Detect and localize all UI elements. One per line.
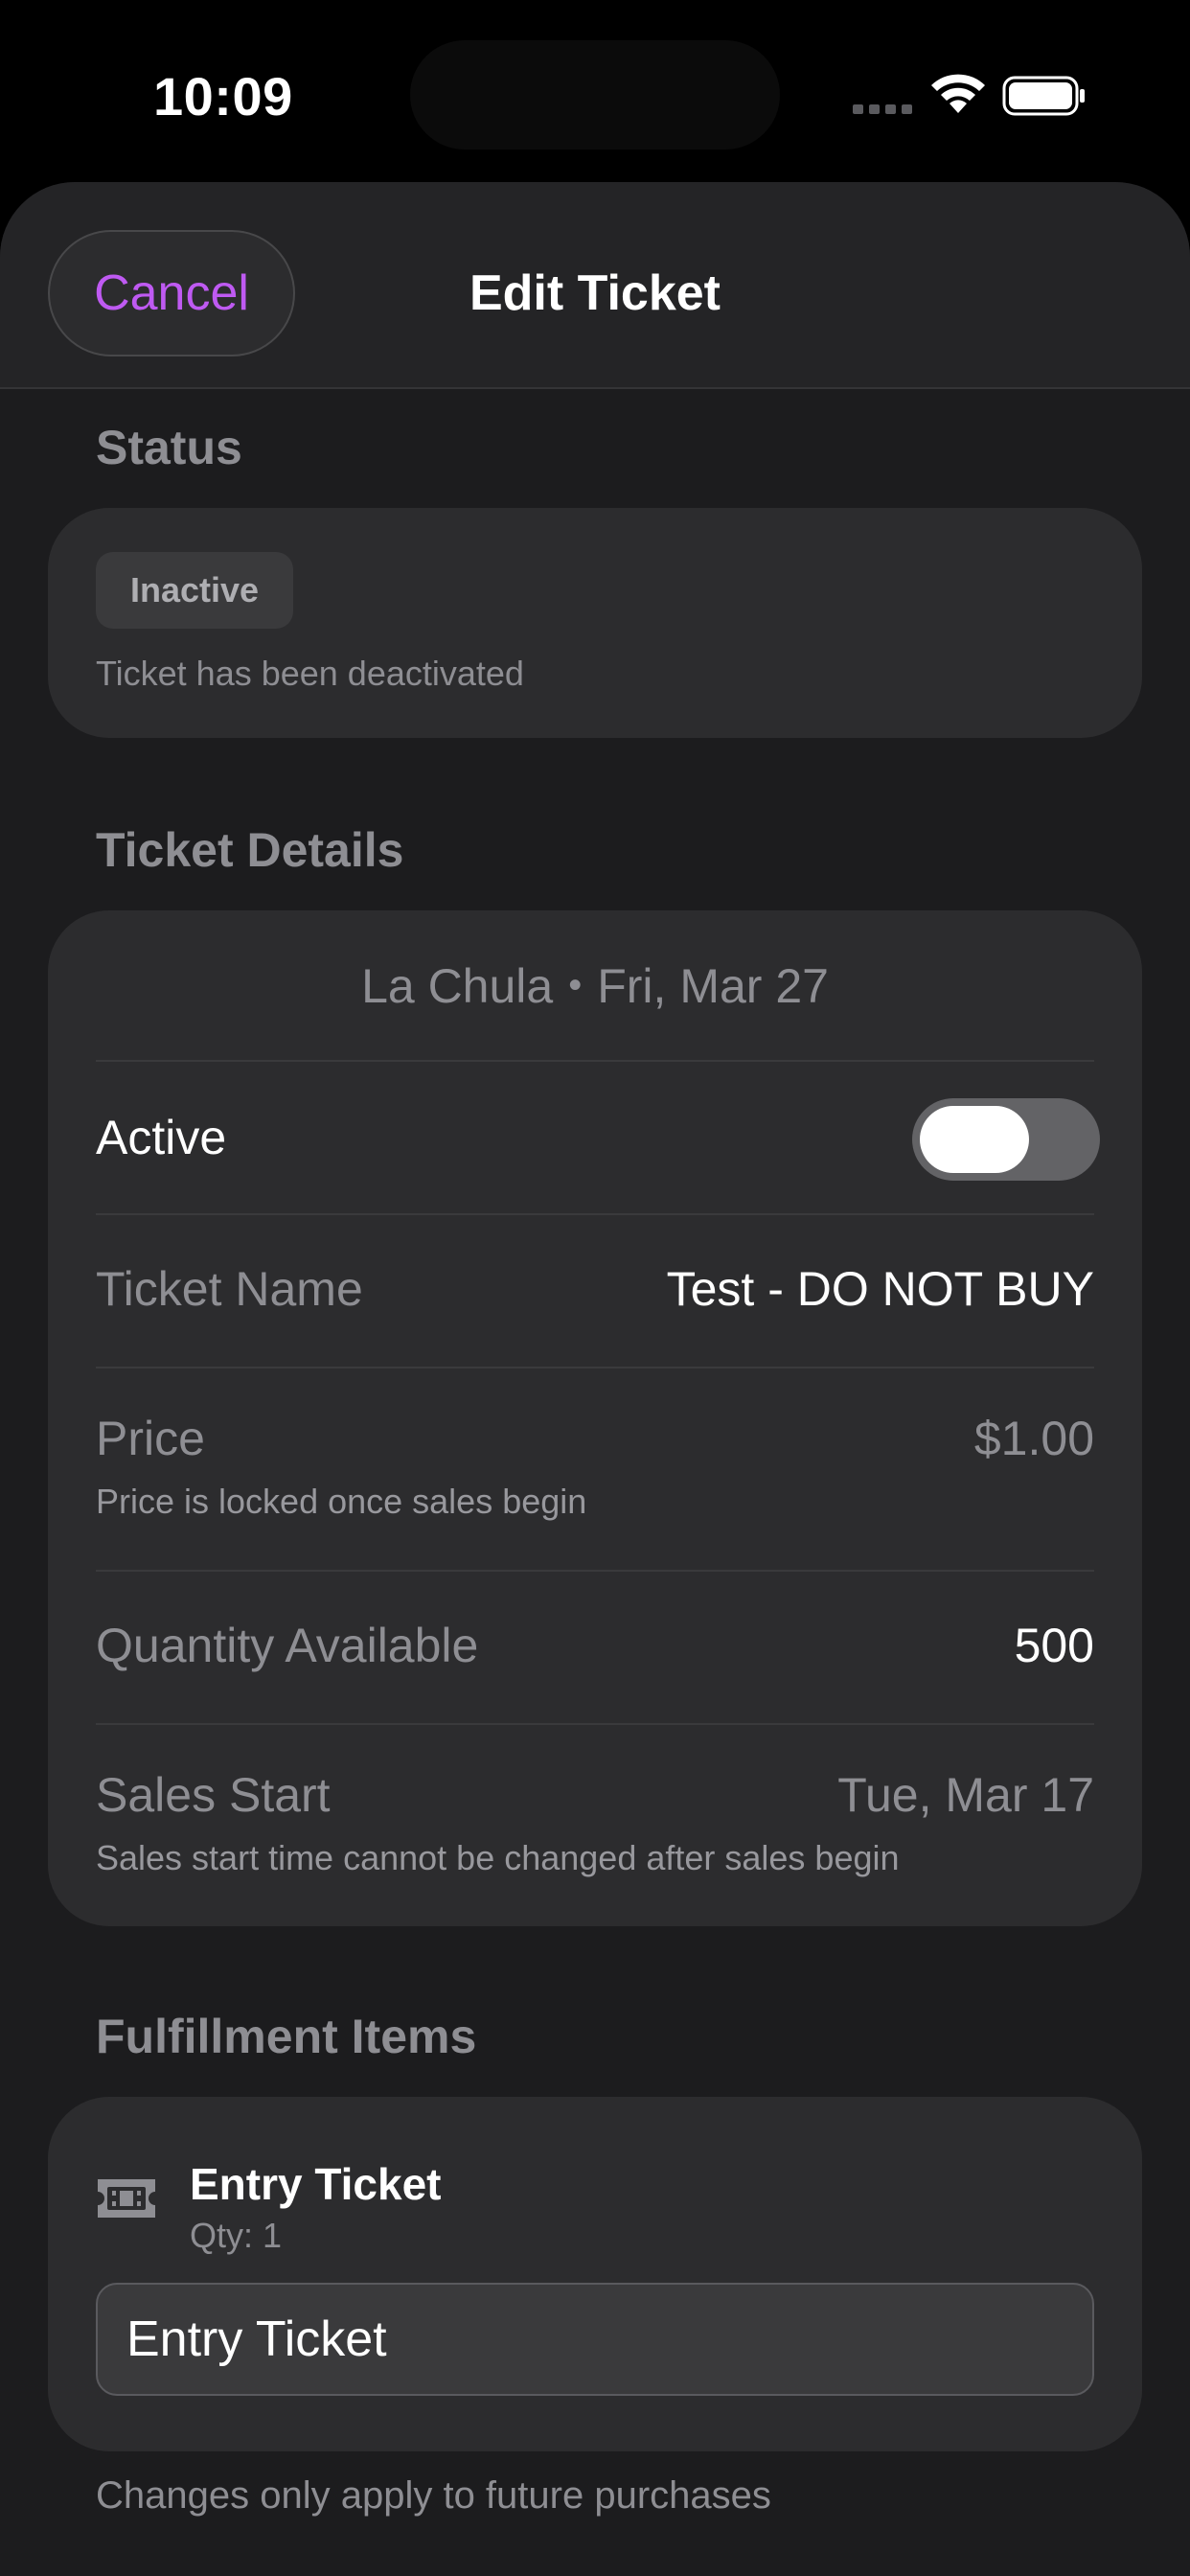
event-summary: La Chula • Fri, Mar 27 [48, 958, 1142, 1014]
divider [96, 1570, 1094, 1572]
footer-note: Changes only apply to future purchases [96, 2474, 771, 2517]
screen: 10:09 Cancel Edit Ticket Status Inactive [0, 0, 1190, 2576]
divider [96, 1367, 1094, 1368]
status-description: Ticket has been deactivated [96, 654, 524, 693]
price-value: $1.00 [973, 1412, 1094, 1465]
fulfillment-item-qty: Qty: 1 [190, 2216, 283, 2255]
ticket-icon [98, 2179, 155, 2218]
quantity-label: Quantity Available [96, 1619, 479, 1672]
sales-start-value: Tue, Mar 17 [837, 1768, 1094, 1822]
ticket-details-header: Ticket Details [96, 823, 404, 877]
divider [96, 1060, 1094, 1062]
quantity-row[interactable]: Quantity Available 500 [96, 1618, 1094, 1685]
active-label: Active [96, 1111, 227, 1164]
active-toggle[interactable] [912, 1098, 1100, 1181]
divider [96, 1723, 1094, 1725]
dynamic-island [410, 40, 780, 150]
sales-start-row: Sales Start Tue, Mar 17 Sales start time… [96, 1767, 1094, 1882]
wifi-icon [931, 74, 985, 113]
active-row: Active [96, 1098, 1100, 1181]
battery-icon [1002, 76, 1085, 116]
signal-icon [853, 104, 912, 114]
fulfillment-card: Entry Ticket Qty: 1 [48, 2097, 1142, 2451]
venue-name: La Chula [361, 959, 554, 1013]
status-section-header: Status [96, 421, 242, 474]
quantity-value[interactable]: 500 [1015, 1618, 1094, 1673]
price-row: Price $1.00 Price is locked once sales b… [96, 1411, 1094, 1521]
fulfillment-item-name: Entry Ticket [190, 2159, 442, 2209]
fulfillment-item-name-input[interactable] [96, 2283, 1094, 2396]
status-card: Inactive Ticket has been deactivated [48, 508, 1142, 738]
status-time: 10:09 [153, 66, 293, 126]
ticket-name-label: Ticket Name [96, 1262, 363, 1316]
ticket-name-value[interactable]: Test - DO NOT BUY [667, 1261, 1094, 1317]
edit-ticket-sheet: Cancel Edit Ticket Status Inactive Ticke… [0, 182, 1190, 2576]
page-title: Edit Ticket [469, 265, 721, 321]
toggle-knob [920, 1106, 1029, 1173]
separator-dot: • [568, 964, 583, 1007]
sales-start-note: Sales start time cannot be changed after… [96, 1838, 900, 1877]
status-badge: Inactive [96, 552, 293, 629]
divider [96, 1213, 1094, 1215]
ticket-name-row[interactable]: Ticket Name Test - DO NOT BUY [96, 1261, 1094, 1328]
nav-bar: Cancel Edit Ticket [0, 182, 1190, 389]
ticket-details-card: La Chula • Fri, Mar 27 Active Ticket Name … [48, 910, 1142, 1926]
fulfillment-items-header: Fulfillment Items [96, 2010, 477, 2063]
status-bar: 10:09 [0, 0, 1190, 182]
price-note: Price is locked once sales begin [96, 1482, 587, 1521]
price-label: Price [96, 1412, 205, 1465]
sales-start-label: Sales Start [96, 1768, 331, 1822]
event-date: Fri, Mar 27 [597, 959, 829, 1013]
